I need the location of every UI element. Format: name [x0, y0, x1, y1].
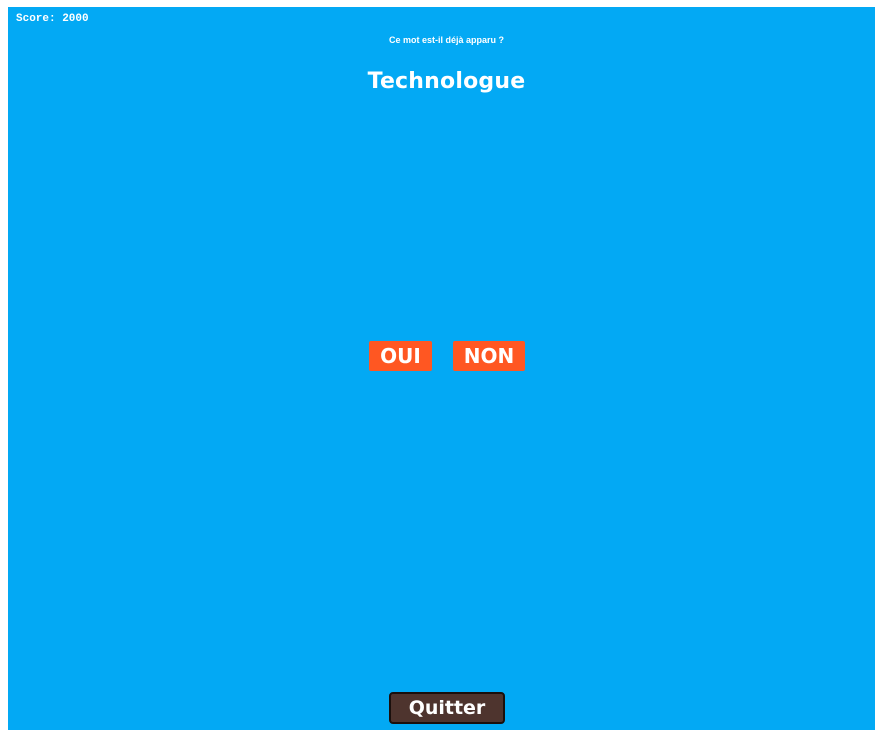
game-area: Score: 2000 Ce mot est-il déjà apparu ? …	[8, 7, 875, 730]
no-button[interactable]: NON	[453, 341, 525, 371]
question-text: Ce mot est-il déjà apparu ?	[388, 35, 505, 45]
yes-button[interactable]: OUI	[369, 341, 432, 371]
score-display: Score: 2000	[16, 13, 89, 25]
quit-button[interactable]: Quitter	[389, 692, 505, 724]
current-word: Technologue	[367, 69, 526, 94]
